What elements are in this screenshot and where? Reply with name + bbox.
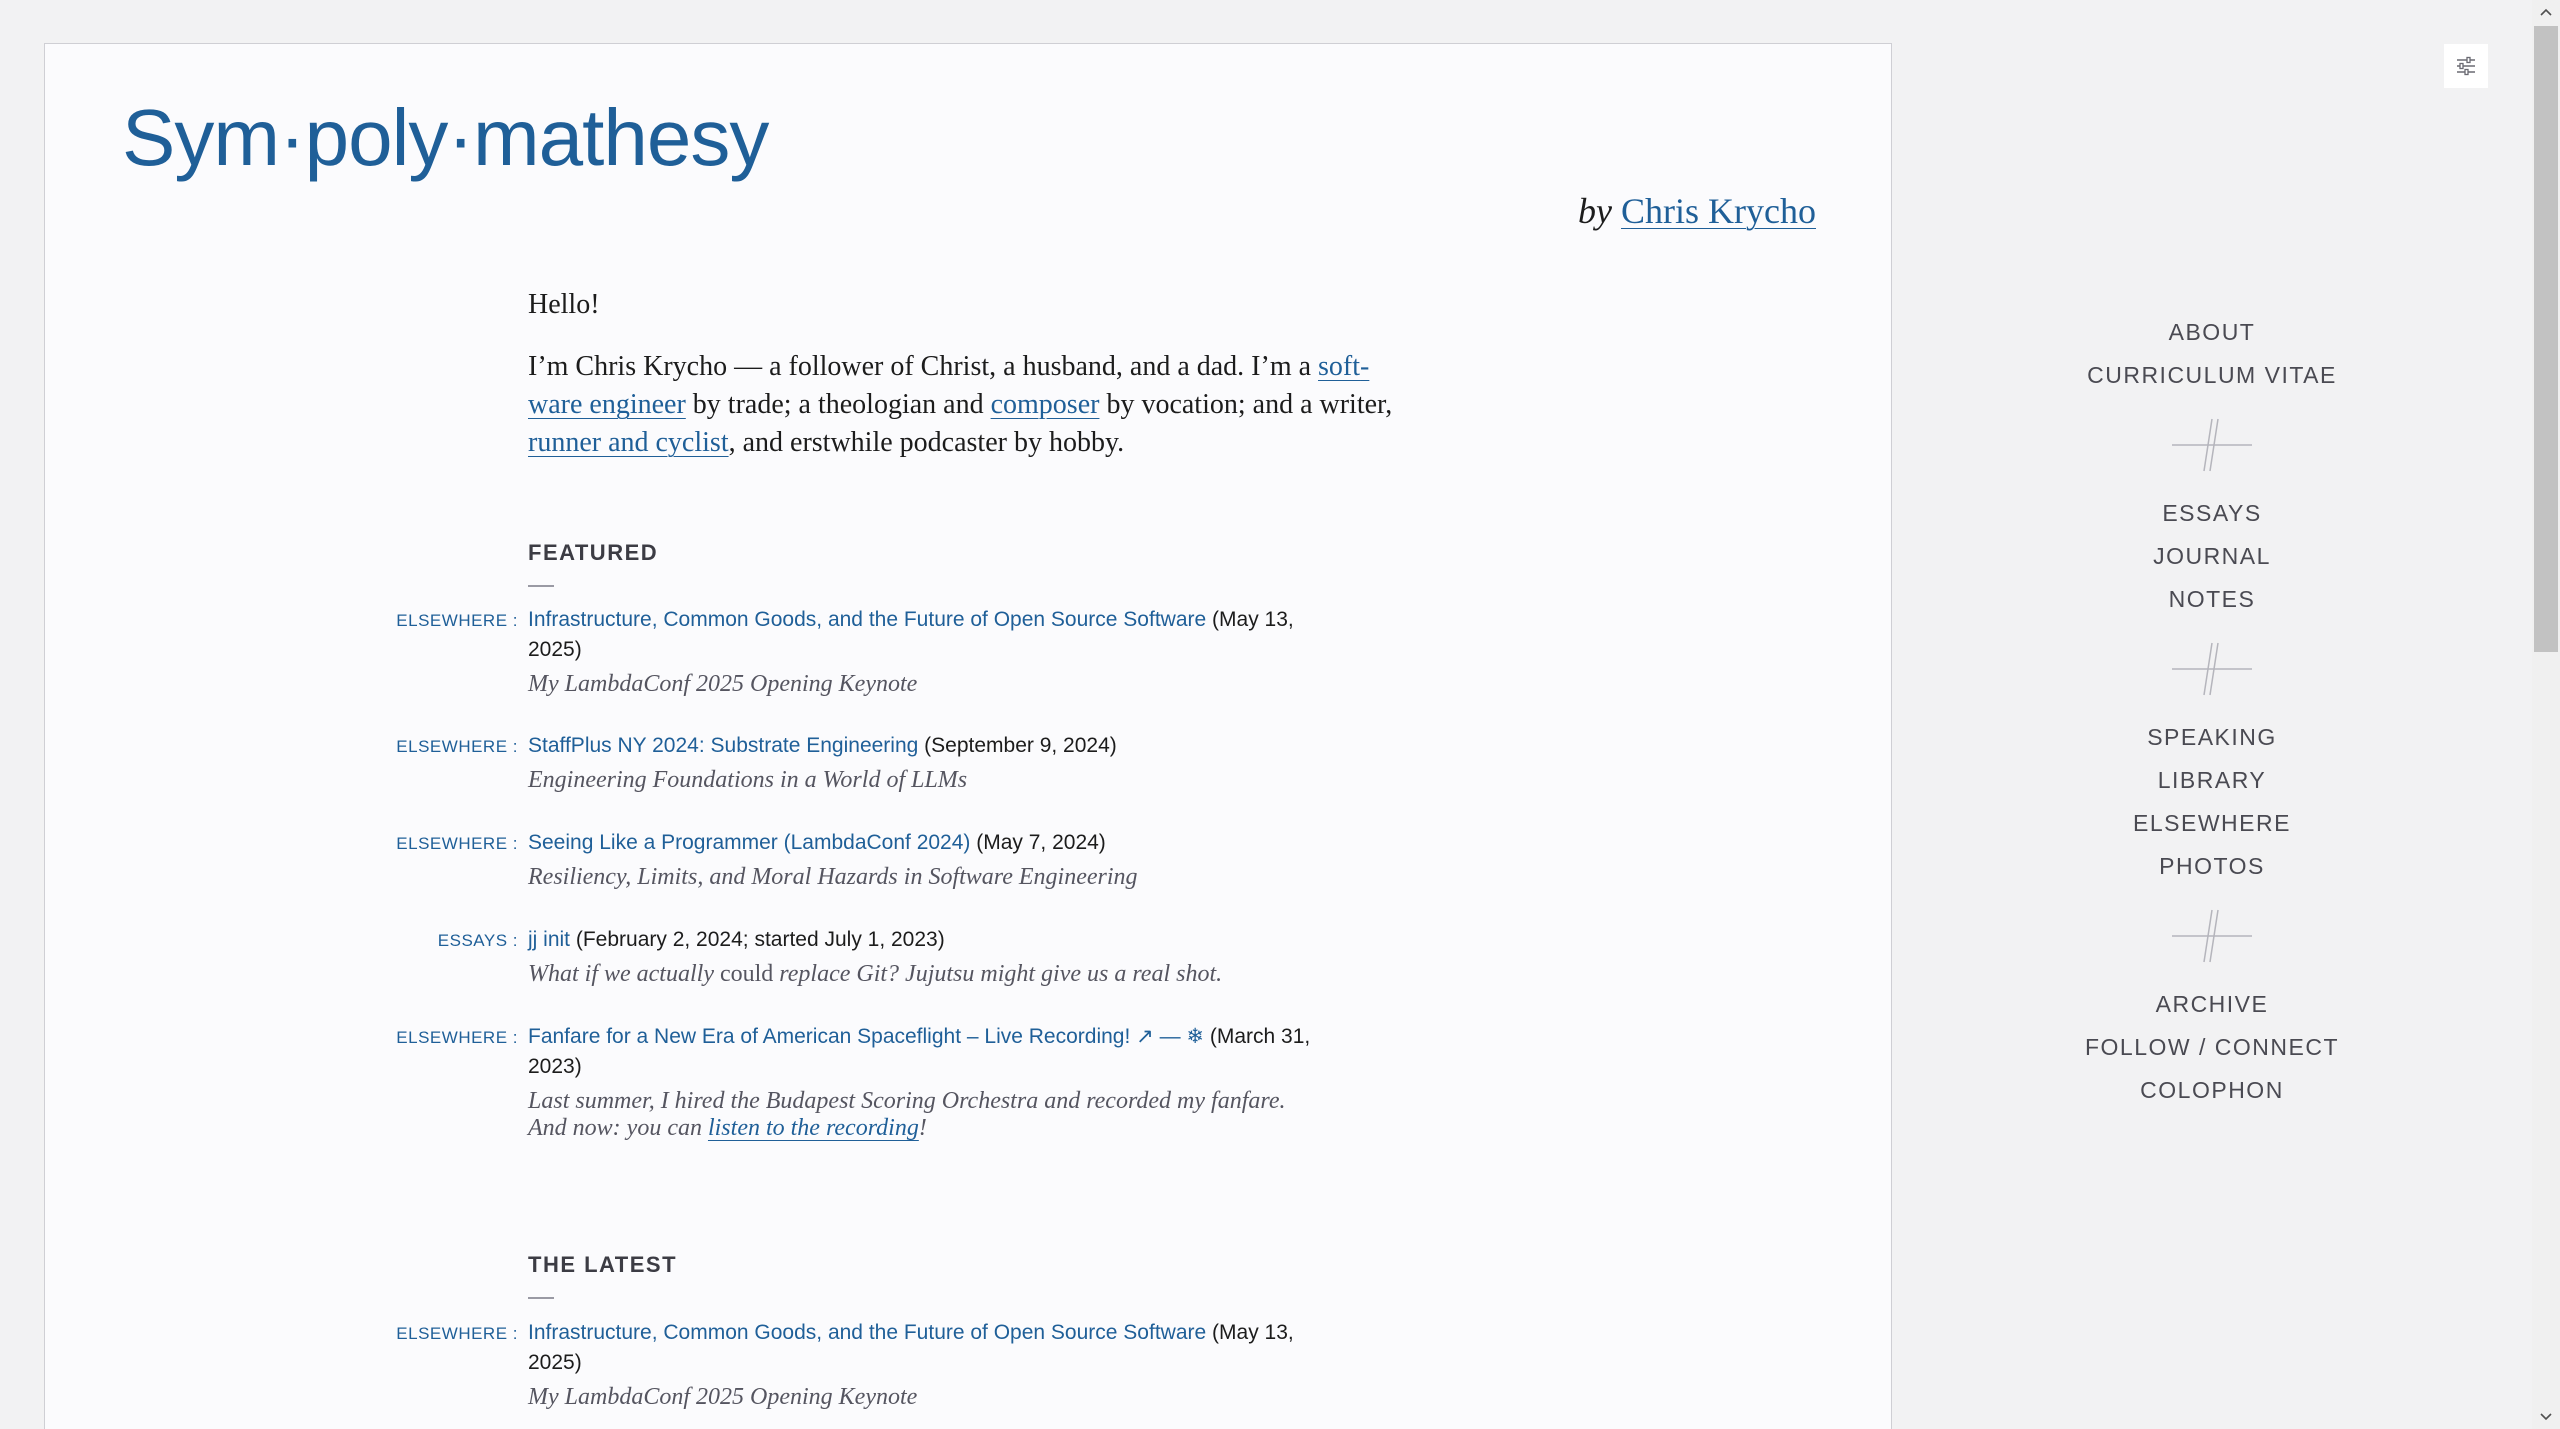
intro-text: , and erstwhile podcaster by hobby. xyxy=(728,427,1125,458)
runner-cyclist-link[interactable]: runner and cyclist xyxy=(528,427,729,458)
intro-paragraph: I’m Chris Krycho — a follower of Christ,… xyxy=(528,348,1408,462)
entry-title-link[interactable]: Infrastructure, Common Goods, and the Fu… xyxy=(528,1321,1206,1344)
nav-journal[interactable]: JOURNAL xyxy=(2012,535,2412,578)
nav-group-meta: ARCHIVE FOLLOW / CONNECT COLOPHON xyxy=(2012,983,2412,1112)
nav-separator xyxy=(2172,909,2252,963)
entry-category[interactable]: ELSEWHERE : xyxy=(360,1028,518,1048)
intro-text: by trade; a theologian and xyxy=(685,389,991,420)
scrollbar[interactable] xyxy=(2532,0,2560,1429)
entry-category[interactable]: ESSAYS : xyxy=(360,931,518,951)
external-link-icon[interactable]: ↗ — ❄ xyxy=(1130,1025,1204,1048)
latest-rule xyxy=(528,1297,554,1299)
site-title[interactable]: Sym·poly·mathesy xyxy=(122,92,769,184)
author-link[interactable]: Chris Krycho xyxy=(1621,191,1816,231)
settings-button[interactable] xyxy=(2444,44,2488,88)
nav-group-media: SPEAKING LIBRARY ELSEWHERE PHOTOS xyxy=(2012,716,2412,888)
nav-cv[interactable]: CURRICULUM VITAE xyxy=(2012,354,2412,397)
list-item: ELSEWHERE : Infrastructure, Common Goods… xyxy=(360,605,1320,698)
list-item: ELSEWHERE : Seeing Like a Programmer (La… xyxy=(360,828,1320,891)
sliders-icon xyxy=(2457,56,2475,76)
nav-about[interactable]: ABOUT xyxy=(2012,311,2412,354)
entry-title-link[interactable]: Fanfare for a New Era of American Spacef… xyxy=(528,1025,1130,1048)
nav-group-writing: ESSAYS JOURNAL NOTES xyxy=(2012,492,2412,621)
subtitle-text: replace Git? Jujutsu might give us a rea… xyxy=(773,961,1223,987)
composer-link[interactable]: composer xyxy=(991,389,1100,420)
entry-subtitle: My LambdaConf 2025 Opening Keynote xyxy=(528,671,918,697)
list-item: ELSEWHERE : Infrastructure, Common Goods… xyxy=(360,1318,1320,1411)
list-item: ELSEWHERE : Fanfare for a New Era of Ame… xyxy=(360,1022,1320,1142)
nav-group-about: ABOUT CURRICULUM VITAE xyxy=(2012,311,2412,397)
entry-subtitle: My LambdaConf 2025 Opening Keynote xyxy=(528,1384,918,1410)
entry-subtitle: What if we actually could replace Git? J… xyxy=(528,961,1308,988)
scrollbar-thumb[interactable] xyxy=(2534,26,2558,652)
nav-follow-connect[interactable]: FOLLOW / CONNECT xyxy=(2012,1026,2412,1069)
nav-library[interactable]: LIBRARY xyxy=(2012,759,2412,802)
byline-prefix: by xyxy=(1578,191,1613,231)
entry-category[interactable]: ELSEWHERE : xyxy=(360,1324,518,1344)
byline: by Chris Krycho xyxy=(1578,190,1816,232)
intro-text: I’m Chris Krycho — a follower of Christ,… xyxy=(528,351,1319,382)
nav-notes[interactable]: NOTES xyxy=(2012,578,2412,621)
entry-date: (May 7, 2024) xyxy=(970,831,1106,854)
latest-heading: THE LATEST xyxy=(528,1252,678,1277)
nav-colophon[interactable]: COLOPHON xyxy=(2012,1069,2412,1112)
subtitle-emphasis: could xyxy=(719,961,774,987)
entry-date: (February 2, 2024; started July 1, 2023) xyxy=(570,928,945,951)
chevron-up-icon[interactable] xyxy=(2532,0,2560,24)
intro-text: by vocation; and a writer, xyxy=(1099,389,1393,420)
nav-photos[interactable]: PHOTOS xyxy=(2012,845,2412,888)
nav-essays[interactable]: ESSAYS xyxy=(2012,492,2412,535)
greeting: Hello! xyxy=(528,289,600,320)
entry-category[interactable]: ELSEWHERE : xyxy=(360,834,518,854)
chevron-down-icon[interactable] xyxy=(2532,1405,2560,1429)
intro: Hello! I’m Chris Krycho — a follower of … xyxy=(528,286,1408,486)
entry-category[interactable]: ELSEWHERE : xyxy=(360,611,518,631)
subtitle-text: ! xyxy=(918,1115,927,1141)
entry-category[interactable]: ELSEWHERE : xyxy=(360,737,518,757)
nav-separator xyxy=(2172,642,2252,696)
entry-title-link[interactable]: StaffPlus NY 2024: Substrate Engineering xyxy=(528,734,918,757)
entry-title-link[interactable]: Infrastructure, Common Goods, and the Fu… xyxy=(528,608,1206,631)
nav-archive[interactable]: ARCHIVE xyxy=(2012,983,2412,1026)
entry-date: (September 9, 2024) xyxy=(918,734,1117,757)
entry-title-link[interactable]: jj init xyxy=(528,928,570,951)
nav-separator xyxy=(2172,418,2252,472)
entry-title-link[interactable]: Seeing Like a Programmer (LambdaConf 202… xyxy=(528,831,970,854)
nav-elsewhere[interactable]: ELSEWHERE xyxy=(2012,802,2412,845)
nav-speaking[interactable]: SPEAKING xyxy=(2012,716,2412,759)
featured-heading: FEATURED xyxy=(528,540,659,565)
recording-link[interactable]: listen to the recording xyxy=(708,1115,919,1141)
entry-subtitle: Engineering Foundations in a World of LL… xyxy=(528,767,968,793)
entry-subtitle: Last summer, I hired the Budapest Scorin… xyxy=(528,1088,1308,1142)
entry-subtitle: Resiliency, Limits, and Moral Hazards in… xyxy=(528,864,1138,890)
list-item: ESSAYS : jj init (February 2, 2024; star… xyxy=(360,925,1320,988)
subtitle-text: What if we actually xyxy=(528,961,720,987)
list-item: ELSEWHERE : StaffPlus NY 2024: Substrate… xyxy=(360,731,1320,794)
featured-rule xyxy=(528,585,554,587)
